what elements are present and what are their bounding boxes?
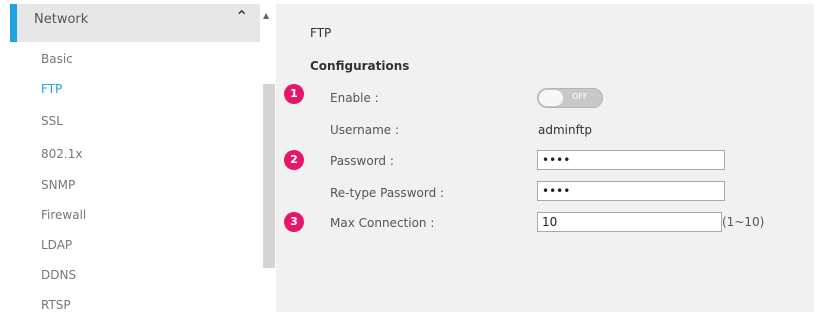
retype-password-label: Re-type Password : [330, 186, 445, 200]
max-connection-hint: (1~10) [722, 215, 765, 229]
sidebar-item-8021x[interactable]: 802.1x [41, 147, 82, 161]
sidebar-item-ssl[interactable]: SSL [41, 114, 63, 128]
ftp-panel: FTP Configurations 1 Enable : OFF Userna… [276, 4, 814, 312]
sidebar-item-basic[interactable]: Basic [41, 52, 73, 66]
sidebar-item-ddns[interactable]: DDNS [41, 268, 76, 282]
max-connection-field[interactable] [537, 212, 722, 232]
sidebar-item-ftp[interactable]: FTP [41, 82, 62, 96]
sidebar-header-network[interactable]: Network ⌃ [10, 4, 260, 42]
chevron-up-icon[interactable]: ⌃ [235, 7, 248, 26]
step-badge-2: 2 [284, 150, 304, 170]
sidebar-item-ldap[interactable]: LDAP [41, 238, 72, 252]
step-badge-1: 1 [284, 84, 304, 104]
username-value: adminftp [538, 123, 592, 137]
arrow-up-icon[interactable]: ▲ [263, 11, 269, 20]
sidebar-header-label: Network [34, 12, 89, 27]
password-field[interactable] [537, 150, 725, 170]
page-title: FTP [310, 26, 332, 40]
sidebar-item-firewall[interactable]: Firewall [41, 208, 86, 222]
toggle-knob [539, 90, 563, 106]
enable-toggle[interactable]: OFF [537, 88, 603, 108]
sidebar-item-snmp[interactable]: SNMP [41, 178, 75, 192]
username-label: Username : [330, 123, 400, 137]
password-label: Password : [330, 154, 394, 168]
enable-label: Enable : [330, 91, 379, 105]
sidebar: Network ⌃ Basic FTP SSL 802.1x SNMP Fire… [10, 0, 260, 316]
toggle-state-label: OFF [572, 92, 588, 101]
retype-password-field[interactable] [537, 181, 725, 201]
section-title: Configurations [310, 59, 410, 73]
max-connection-label: Max Connection : [330, 216, 435, 230]
step-badge-3: 3 [284, 212, 304, 232]
sidebar-item-rtsp[interactable]: RTSP [41, 298, 71, 312]
scrollbar-thumb[interactable] [263, 84, 275, 268]
